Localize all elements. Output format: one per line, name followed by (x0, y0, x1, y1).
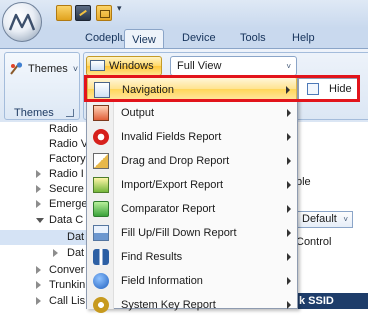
key-icon (93, 297, 109, 313)
tree-item-label: Conver (49, 264, 85, 276)
submenu-arrow-icon (287, 205, 291, 213)
no-entry-icon (93, 129, 109, 145)
tree-collapse-icon[interactable] (36, 218, 44, 223)
tree-expand-icon[interactable] (36, 170, 41, 178)
tool-icon[interactable] (75, 5, 91, 21)
tree-expand-icon[interactable] (36, 297, 41, 305)
windows-icon (90, 60, 105, 71)
default-select-value: Default (302, 213, 337, 225)
chevron-down-icon: ˅ (72, 64, 79, 74)
tree-item-label: Trunkin (49, 279, 86, 291)
view-mode-value: Full View (177, 60, 222, 72)
tab-device[interactable]: Device (182, 31, 216, 48)
menu-item-drag-and-drop-report[interactable]: Drag and Drop Report (87, 149, 297, 173)
submenu-arrow-icon (287, 157, 291, 165)
binoculars-icon (93, 249, 109, 265)
submenu-arrow-icon (287, 133, 291, 141)
output-icon (93, 105, 109, 121)
tree-expand-icon[interactable] (36, 200, 41, 208)
submenu-arrow-icon (287, 229, 291, 237)
drag-drop-icon (93, 153, 109, 169)
tree-expand-icon[interactable] (36, 185, 41, 193)
section-banner: k SSID (295, 293, 368, 309)
menu-item-output[interactable]: Output (87, 101, 297, 125)
themes-button-label: Themes (28, 63, 68, 75)
tree-item-label: Radio (49, 123, 78, 135)
fill-icon (93, 225, 109, 241)
submenu-arrow-icon (287, 109, 291, 117)
tree-item-label: Factory (49, 153, 86, 165)
tab-help[interactable]: Help (292, 31, 315, 48)
write-icon[interactable] (96, 5, 112, 21)
menu-item-find-results[interactable]: Find Results (87, 245, 297, 269)
submenu-arrow-icon (287, 277, 291, 285)
tree-item-label: Radio V (49, 138, 89, 150)
tree-item-label: Data C (49, 214, 84, 226)
window-icon (94, 82, 110, 98)
submenu-arrow-icon (287, 181, 291, 189)
hide-checkbox[interactable] (307, 83, 319, 95)
menu-item-label: Drag and Drop Report (121, 155, 230, 167)
tree-expand-icon[interactable] (36, 266, 41, 274)
menu-item-label: Fill Up/Fill Down Report (121, 227, 237, 239)
menu-item-system-key-report[interactable]: System Key Report (87, 293, 297, 317)
windows-button-label: Windows (109, 60, 154, 72)
menu-item-label: Comparator Report (121, 203, 216, 215)
chevron-down-icon: ˅ (286, 62, 291, 71)
menu-item-import-export-report[interactable]: Import/Export Report (87, 173, 297, 197)
tab-view[interactable]: View (124, 29, 164, 49)
default-select[interactable]: Default ˅ (295, 211, 353, 228)
checkmark-icon (93, 201, 109, 217)
open-folder-icon[interactable] (56, 5, 72, 21)
tree-item-label: Emerge (49, 198, 88, 210)
app-menu-button[interactable] (2, 2, 42, 42)
tree-item-label: Call Lis (49, 295, 86, 307)
submenu-arrow-icon (287, 301, 291, 309)
themes-group-label: Themes (14, 107, 54, 119)
motorola-logo-icon (9, 13, 35, 31)
import-export-icon (93, 177, 109, 193)
menu-item-navigation[interactable]: Navigation (87, 77, 297, 101)
tree-expand-icon[interactable] (36, 281, 41, 289)
tab-tools[interactable]: Tools (240, 31, 266, 48)
menu-item-label: Navigation (122, 84, 174, 96)
menu-item-label: Invalid Fields Report (121, 131, 222, 143)
dialog-launcher-icon[interactable] (66, 109, 74, 117)
menu-item-label: System Key Report (121, 299, 216, 311)
submenu-arrow-icon (287, 253, 291, 261)
submenu-item-hide[interactable]: Hide (329, 78, 352, 100)
menu-item-fill-up-fill-down-report[interactable]: Fill Up/Fill Down Report (87, 221, 297, 245)
menu-item-label: Find Results (121, 251, 183, 263)
view-mode-select[interactable]: Full View ˅ (170, 56, 297, 76)
tree-item-label: Radio I (49, 168, 84, 180)
quick-access-dropdown[interactable]: ▾ (117, 3, 122, 14)
chevron-down-icon: ˅ (343, 215, 348, 224)
menu-item-field-information[interactable]: Field Information (87, 269, 297, 293)
tree-item-label: Dat (67, 231, 85, 243)
menu-item-label: Output (121, 107, 155, 119)
submenu-arrow-icon (286, 86, 290, 94)
tree-item-label: Dat (67, 247, 85, 259)
tree-expand-icon[interactable] (53, 249, 58, 257)
themes-button[interactable]: Themes ˅ (8, 60, 78, 78)
tree-item-label: Secure (49, 183, 84, 195)
menu-item-comparator-report[interactable]: Comparator Report (87, 197, 297, 221)
content-text: Control (296, 236, 332, 248)
menu-item-label: Field Information (121, 275, 203, 287)
menu-item-label: Import/Export Report (121, 179, 224, 191)
info-icon (93, 273, 109, 289)
menu-item-invalid-fields-report[interactable]: Invalid Fields Report (87, 125, 297, 149)
content-text: ble (296, 176, 311, 188)
